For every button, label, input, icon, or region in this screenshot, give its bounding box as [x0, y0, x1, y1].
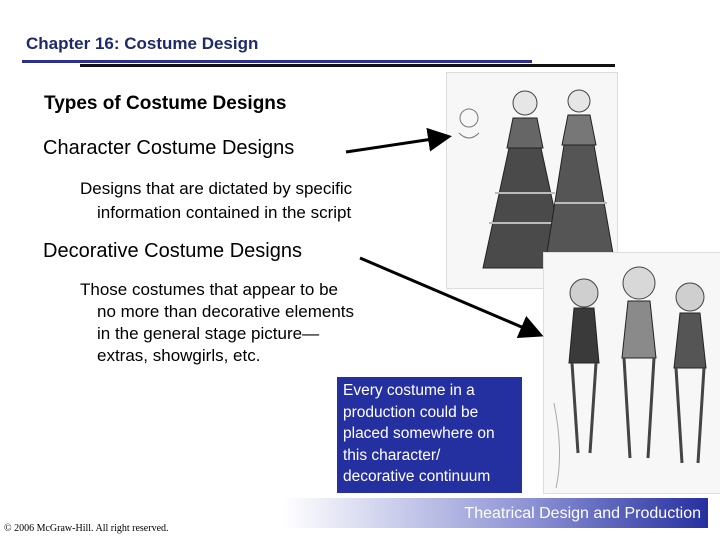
- callout-line5: decorative continuum: [343, 468, 491, 485]
- copyright-notice: © 2006 McGraw-Hill. All right reserved.: [4, 523, 169, 534]
- callout-line3: placed somewhere on: [343, 425, 495, 442]
- callout-line1: Every costume in a: [343, 382, 475, 399]
- callout-line2: production could be: [343, 403, 479, 421]
- continuum-callout: Every costume in a production could be p…: [337, 377, 522, 493]
- footer-title: Theatrical Design and Production: [464, 505, 701, 522]
- decorative-arrow: [359, 256, 544, 338]
- character-arrow: [345, 127, 452, 154]
- callout-line4: this character/: [343, 446, 441, 464]
